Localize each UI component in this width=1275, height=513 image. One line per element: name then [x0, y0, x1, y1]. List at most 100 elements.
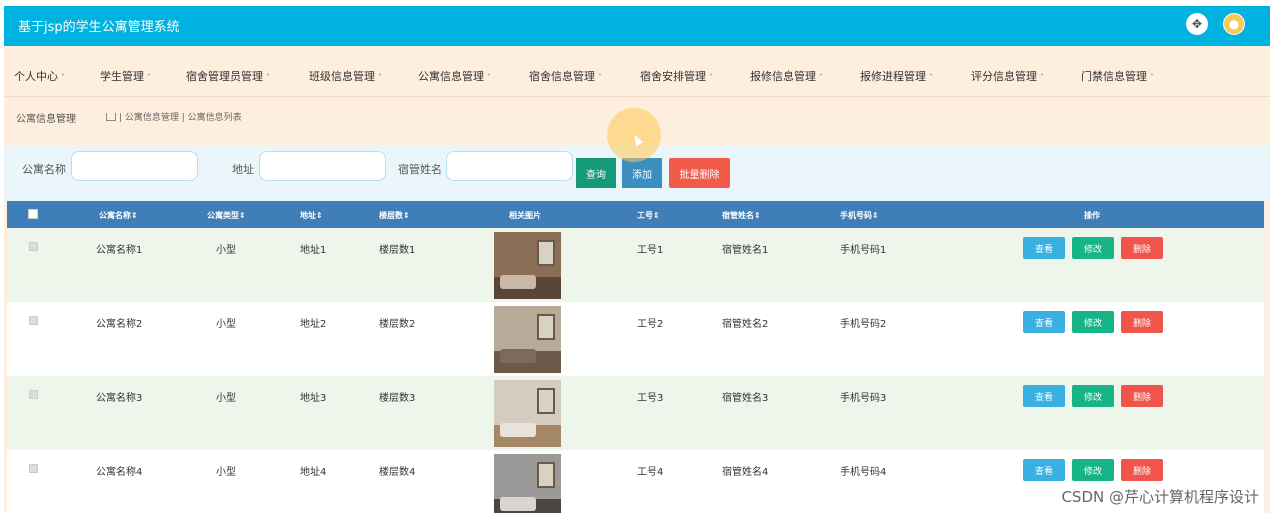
column-header[interactable]: 手机号码⇕ [840, 210, 879, 221]
column-header[interactable]: 公寓名称⇕ [99, 210, 138, 221]
column-header[interactable]: 楼层数⇕ [379, 210, 410, 221]
apartment-name-label: 公寓名称 [22, 163, 66, 176]
column-header[interactable]: 地址⇕ [300, 210, 323, 221]
apartment-photo [494, 380, 561, 447]
view-button[interactable]: 查看 [1023, 237, 1065, 259]
apartment-table: 公寓名称⇕ 公寓类型⇕ 地址⇕ 楼层数⇕ 相关图片 工号⇕ 宿管姓名⇕ 手机号码… [7, 201, 1264, 513]
menu-item-dorm-arrangement[interactable]: 宿舍安排管理 ˅ [640, 68, 713, 84]
cell-worker-id: 工号4 [637, 467, 664, 478]
address-input[interactable] [259, 151, 386, 181]
table-row: 公寓名称2 小型 地址2 楼层数2 工号2 宿管姓名2 手机号码2 查看 修改 … [7, 302, 1264, 376]
apartment-name-input[interactable] [71, 151, 198, 181]
view-button[interactable]: 查看 [1023, 311, 1065, 333]
chevron-down-icon: ˅ [61, 73, 65, 82]
cell-manager-name: 宿管姓名2 [722, 319, 769, 330]
column-header[interactable]: 宿管姓名⇕ [722, 210, 761, 221]
cell-phone: 手机号码1 [840, 245, 887, 256]
user-avatar-icon[interactable]: ● [1223, 13, 1245, 35]
cell-apartment-name: 公寓名称1 [96, 245, 143, 256]
cell-worker-id: 工号1 [637, 245, 664, 256]
view-button[interactable]: 查看 [1023, 459, 1065, 481]
menu-item-students[interactable]: 学生管理 ˅ [100, 68, 151, 84]
menu-item-classes[interactable]: 班级信息管理 ˅ [309, 68, 382, 84]
column-header[interactable]: 工号⇕ [637, 210, 660, 221]
apartment-photo [494, 454, 561, 513]
delete-button[interactable]: 删除 [1121, 237, 1163, 259]
breadcrumb-section: 公寓信息管理 [16, 114, 76, 125]
cell-apartment-name: 公寓名称2 [96, 319, 143, 330]
delete-button[interactable]: 删除 [1121, 385, 1163, 407]
column-header: 相关图片 [509, 211, 541, 220]
chevron-down-icon: ˅ [598, 73, 602, 82]
cell-apartment-name: 公寓名称4 [96, 467, 143, 478]
cell-apartment-type: 小型 [216, 393, 236, 404]
manager-name-input[interactable] [446, 151, 573, 181]
select-all-checkbox[interactable] [28, 209, 38, 219]
cell-floors: 楼层数2 [379, 319, 416, 330]
menu-item-apartments[interactable]: 公寓信息管理 ˅ [418, 68, 491, 84]
apartment-photo [494, 306, 561, 373]
batch-delete-button[interactable]: 批量删除 [669, 158, 730, 188]
menu-item-repairs[interactable]: 报修信息管理 ˅ [750, 68, 823, 84]
column-header[interactable]: 公寓类型⇕ [207, 210, 246, 221]
cell-worker-id: 工号3 [637, 393, 664, 404]
search-button[interactable]: 查询 [576, 158, 616, 188]
home-icon[interactable] [106, 113, 116, 121]
chevron-down-icon: ˅ [378, 73, 382, 82]
breadcrumb-path[interactable]: | 公寓信息管理 | 公寓信息列表 [106, 110, 242, 123]
row-checkbox[interactable] [29, 464, 38, 473]
watermark: CSDN @芹心计算机程序设计 [1061, 488, 1259, 506]
row-checkbox[interactable] [29, 242, 38, 251]
cell-floors: 楼层数4 [379, 467, 416, 478]
row-checkbox[interactable] [29, 316, 38, 325]
edit-button[interactable]: 修改 [1072, 385, 1114, 407]
chevron-down-icon: ˅ [1150, 73, 1154, 82]
cell-apartment-type: 小型 [216, 245, 236, 256]
table-row: 公寓名称3 小型 地址3 楼层数3 工号3 宿管姓名3 手机号码3 查看 修改 … [7, 376, 1264, 450]
cell-address: 地址4 [300, 467, 327, 478]
cell-worker-id: 工号2 [637, 319, 664, 330]
cell-manager-name: 宿管姓名3 [722, 393, 769, 404]
manager-name-label: 宿管姓名 [398, 163, 442, 176]
menu-item-access-control[interactable]: 门禁信息管理 ˅ [1081, 68, 1154, 84]
table-row: 公寓名称1 小型 地址1 楼层数1 工号1 宿管姓名1 手机号码1 查看 修改 … [7, 228, 1264, 302]
app-frame: 基于jsp的学生公寓管理系统 ✥ ● 个人中心 ˅ 学生管理 ˅ 宿舍管理员管理 ˅ … [4, 6, 1270, 513]
delete-button[interactable]: 删除 [1121, 311, 1163, 333]
fullscreen-icon[interactable]: ✥ [1186, 13, 1208, 35]
edit-button[interactable]: 修改 [1072, 237, 1114, 259]
column-header: 操作 [1084, 211, 1100, 220]
cell-floors: 楼层数3 [379, 393, 416, 404]
add-button[interactable]: 添加 [622, 158, 662, 188]
chevron-down-icon: ˅ [147, 73, 151, 82]
table-header: 公寓名称⇕ 公寓类型⇕ 地址⇕ 楼层数⇕ 相关图片 工号⇕ 宿管姓名⇕ 手机号码… [7, 201, 1264, 228]
cell-manager-name: 宿管姓名4 [722, 467, 769, 478]
chevron-down-icon: ˅ [819, 73, 823, 82]
cell-phone: 手机号码2 [840, 319, 887, 330]
menu-item-dorm-admins[interactable]: 宿舍管理员管理 ˅ [186, 68, 270, 84]
menu-item-ratings[interactable]: 评分信息管理 ˅ [971, 68, 1044, 84]
cell-address: 地址1 [300, 245, 327, 256]
menu-item-personal-center[interactable]: 个人中心 ˅ [14, 68, 65, 84]
cell-apartment-type: 小型 [216, 319, 236, 330]
apartment-photo [494, 232, 561, 299]
cell-apartment-name: 公寓名称3 [96, 393, 143, 404]
chevron-down-icon: ˅ [487, 73, 491, 82]
cell-address: 地址2 [300, 319, 327, 330]
menu-item-dormitories[interactable]: 宿舍信息管理 ˅ [529, 68, 602, 84]
delete-button[interactable]: 删除 [1121, 459, 1163, 481]
chevron-down-icon: ˅ [709, 73, 713, 82]
cell-floors: 楼层数1 [379, 245, 416, 256]
chevron-down-icon: ˅ [929, 73, 933, 82]
cell-address: 地址3 [300, 393, 327, 404]
address-label: 地址 [232, 163, 254, 176]
main-menu: 个人中心 ˅ 学生管理 ˅ 宿舍管理员管理 ˅ 班级信息管理 ˅ 公寓信息管理 ˅ 宿舍信… [4, 46, 1270, 97]
cell-manager-name: 宿管姓名1 [722, 245, 769, 256]
chevron-down-icon: ˅ [266, 73, 270, 82]
chevron-down-icon: ˅ [1040, 73, 1044, 82]
cell-phone: 手机号码3 [840, 393, 887, 404]
edit-button[interactable]: 修改 [1072, 459, 1114, 481]
view-button[interactable]: 查看 [1023, 385, 1065, 407]
menu-item-repair-progress[interactable]: 报修进程管理 ˅ [860, 68, 933, 84]
edit-button[interactable]: 修改 [1072, 311, 1114, 333]
row-checkbox[interactable] [29, 390, 38, 399]
